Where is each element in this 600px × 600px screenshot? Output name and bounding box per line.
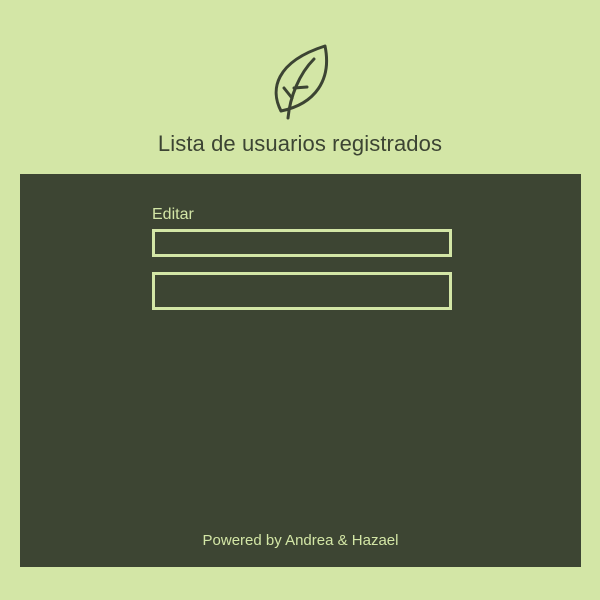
edit-label: Editar	[152, 206, 194, 223]
footer-credits: Powered by Andrea & Hazael	[202, 532, 399, 549]
edit-field-1[interactable]	[152, 229, 452, 257]
edit-field-2[interactable]	[152, 272, 452, 310]
main-panel: Editar Powered by Andrea & Hazael	[20, 174, 581, 567]
page-title: Lista de usuarios registrados	[157, 131, 443, 156]
leaf-icon	[272, 42, 330, 120]
